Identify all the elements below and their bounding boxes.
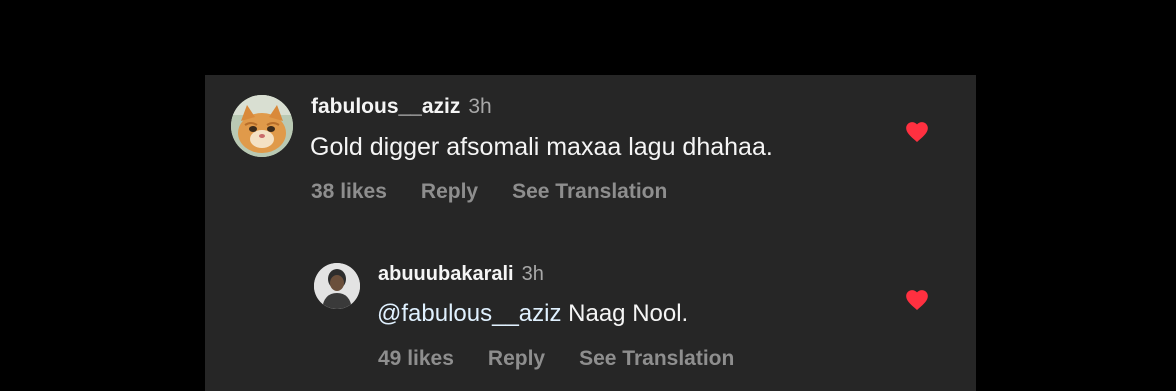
- person-avatar-image: [314, 263, 360, 309]
- heart-icon[interactable]: [904, 287, 930, 311]
- mention-link[interactable]: @fabulous__aziz: [377, 300, 561, 327]
- comments-panel: fabulous__aziz 3h Gold digger afsomali ma…: [205, 75, 976, 391]
- comment-time: 3h: [468, 95, 492, 118]
- avatar[interactable]: [314, 263, 360, 309]
- likes-count[interactable]: 49 likes: [378, 347, 454, 371]
- reply-item: abuuubakarali 3h @fabulous__aziz Naag Noo…: [205, 243, 976, 391]
- comment-actions: 38 likes Reply See Translation: [311, 180, 667, 204]
- comment-item: fabulous__aziz 3h Gold digger afsomali ma…: [205, 75, 976, 225]
- avatar[interactable]: [231, 95, 293, 157]
- see-translation-link[interactable]: See Translation: [579, 347, 734, 371]
- comment-username[interactable]: fabulous__aziz 3h: [311, 95, 492, 119]
- reply-username[interactable]: abuuubakarali 3h: [378, 263, 544, 286]
- cat-avatar-image: [231, 95, 293, 157]
- reply-actions: 49 likes Reply See Translation: [378, 347, 734, 371]
- comment-text: Gold digger afsomali maxaa lagu dhahaa.: [310, 133, 773, 161]
- see-translation-link[interactable]: See Translation: [512, 180, 667, 204]
- reply-button[interactable]: Reply: [421, 180, 478, 204]
- reply-text: @fabulous__aziz Naag Nool.: [377, 300, 689, 327]
- likes-count[interactable]: 38 likes: [311, 180, 387, 204]
- reply-button[interactable]: Reply: [488, 347, 545, 371]
- reply-time: 3h: [521, 263, 544, 285]
- heart-icon[interactable]: [904, 119, 930, 143]
